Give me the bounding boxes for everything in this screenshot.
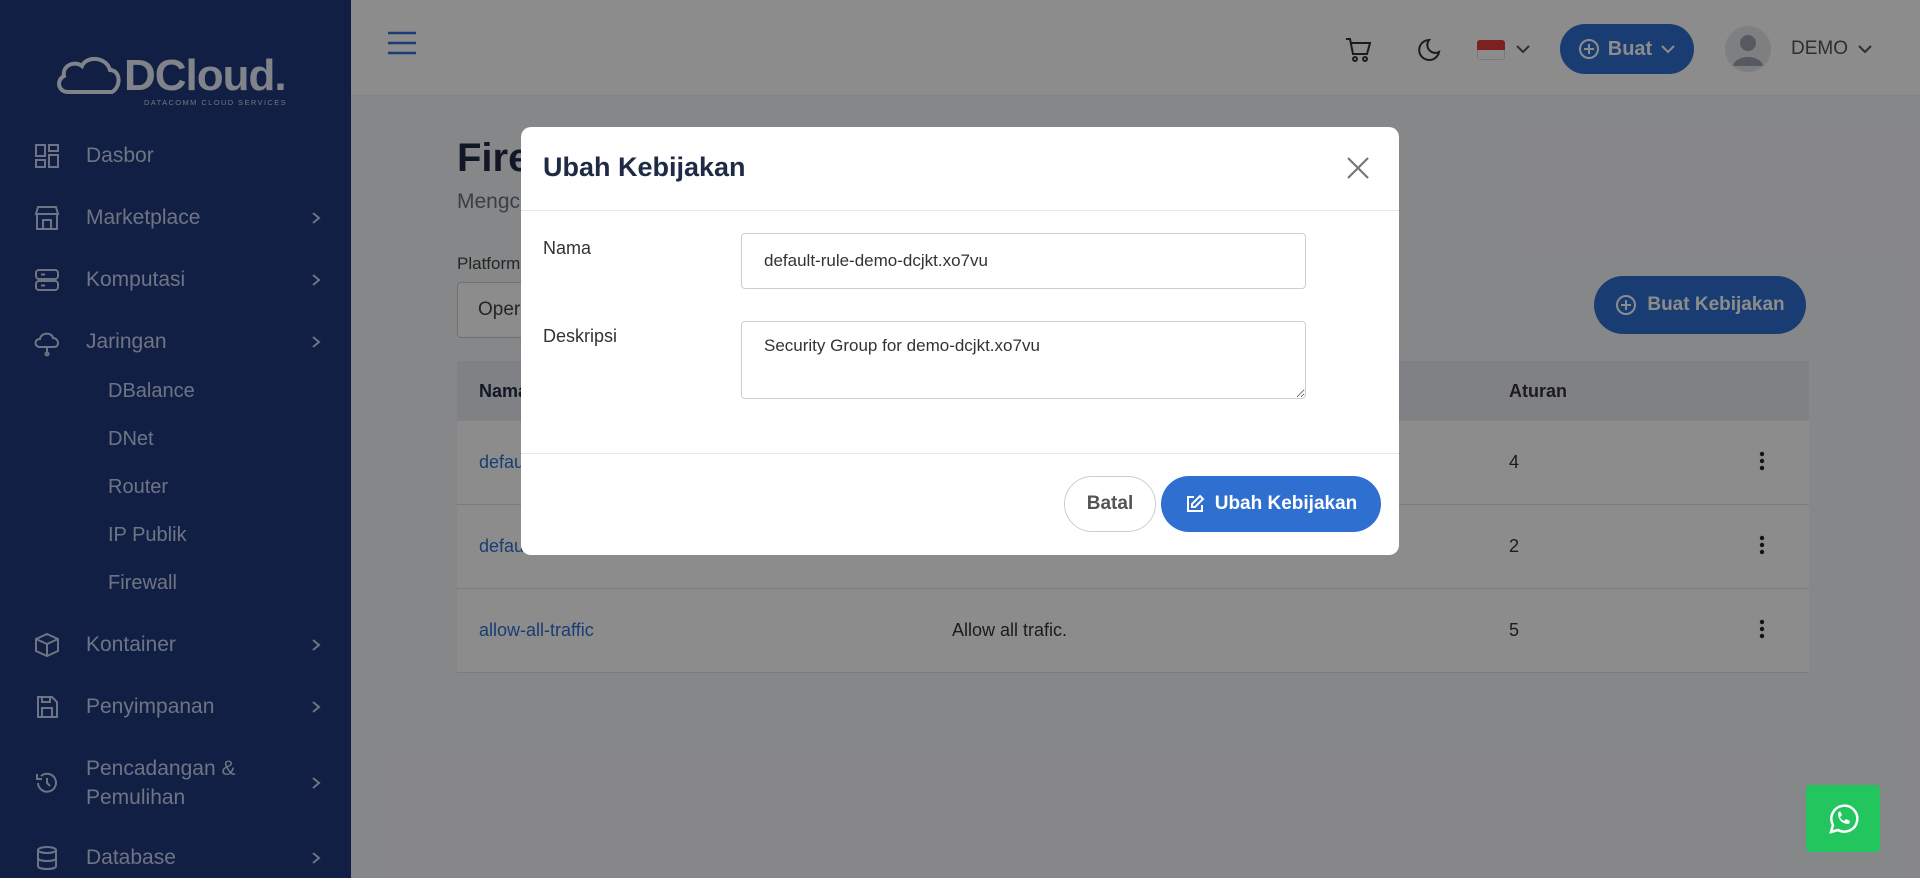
submit-edit-policy-button[interactable]: Ubah Kebijakan — [1161, 476, 1381, 532]
whatsapp-button[interactable] — [1806, 785, 1880, 852]
modal-title: Ubah Kebijakan — [543, 152, 746, 182]
description-label: Deskripsi — [543, 326, 618, 346]
edit-policy-modal: Ubah Kebijakan Nama Deskripsi Security G… — [521, 127, 1399, 555]
cancel-button[interactable]: Batal — [1064, 476, 1156, 532]
edit-icon — [1186, 494, 1205, 512]
description-textarea[interactable]: Security Group for demo-dcjkt.xo7vu — [741, 321, 1306, 399]
close-icon[interactable] — [1343, 153, 1373, 183]
whatsapp-icon — [1829, 803, 1859, 834]
modal-header-divider — [521, 210, 1399, 211]
name-label: Nama — [543, 238, 592, 258]
name-input[interactable] — [741, 233, 1306, 289]
modal-footer-divider — [521, 453, 1399, 454]
submit-label: Ubah Kebijakan — [1214, 493, 1358, 514]
